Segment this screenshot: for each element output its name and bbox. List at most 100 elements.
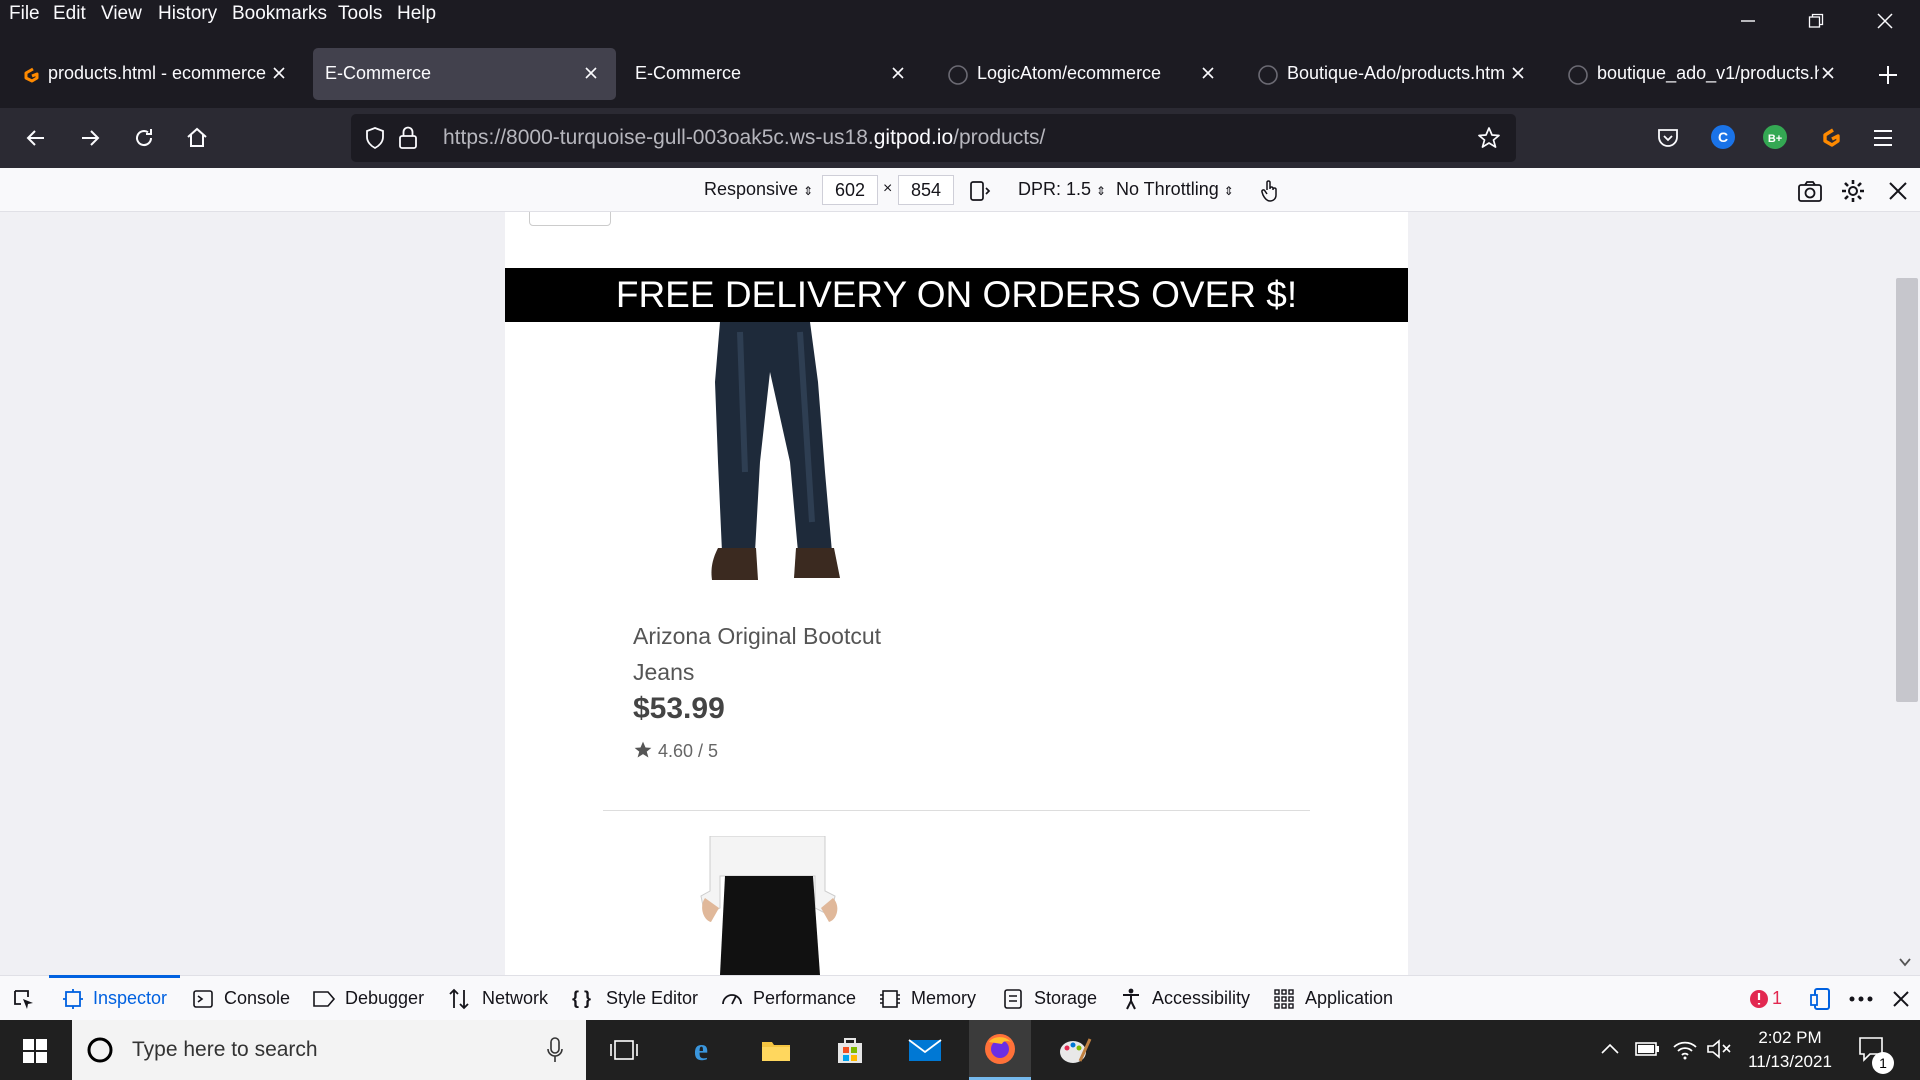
devtools-tab-inspector[interactable]: Inspector bbox=[93, 988, 167, 1009]
clock-time: 2:02 PM bbox=[1758, 1028, 1822, 1047]
error-count[interactable]: 1 bbox=[1772, 988, 1782, 1009]
menu-bookmarks[interactable]: Bookmarks bbox=[232, 3, 327, 25]
menu-edit[interactable]: Edit bbox=[53, 3, 86, 25]
windows-start-icon[interactable] bbox=[23, 1039, 47, 1063]
throttling-selector[interactable]: No Throttling ⇕ bbox=[1116, 179, 1234, 200]
error-icon[interactable] bbox=[1749, 989, 1769, 1009]
microsoft-store-icon[interactable] bbox=[819, 1020, 881, 1080]
hamburger-menu-icon[interactable] bbox=[1872, 128, 1894, 148]
gitpod-extension-icon[interactable] bbox=[1816, 125, 1842, 151]
devtools-tab-storage[interactable]: Storage bbox=[1034, 988, 1097, 1009]
close-tab-icon[interactable] bbox=[1507, 62, 1529, 84]
size-separator: × bbox=[883, 180, 893, 197]
product-price: $53.99 bbox=[633, 692, 725, 725]
responsive-toolbar: Responsive ⇕ 602 × 854 DPR: 1.5 ⇕ No Thr… bbox=[0, 168, 1920, 212]
system-clock[interactable]: 2:02 PM 11/13/2021 bbox=[1735, 1026, 1845, 1074]
forward-icon[interactable] bbox=[78, 126, 102, 150]
minimize-button[interactable] bbox=[1720, 0, 1776, 42]
partial-navbar-element[interactable] bbox=[529, 212, 611, 226]
menu-file[interactable]: File bbox=[9, 3, 40, 25]
menu-view[interactable]: View bbox=[101, 3, 142, 25]
svg-text:C: C bbox=[1718, 129, 1728, 145]
tab-ecommerce-active[interactable]: E-Commerce bbox=[313, 48, 616, 100]
edge-icon[interactable]: e bbox=[670, 1020, 732, 1080]
touch-simulation-icon[interactable] bbox=[1258, 178, 1282, 204]
viewport-width-input[interactable]: 602 bbox=[822, 175, 878, 205]
show-hidden-icons-chevron[interactable] bbox=[1600, 1042, 1620, 1056]
search-placeholder: Type here to search bbox=[132, 1038, 318, 1061]
close-tab-icon[interactable] bbox=[268, 62, 290, 84]
devtools-tab-network[interactable]: Network bbox=[482, 988, 548, 1009]
pocket-icon[interactable] bbox=[1656, 127, 1680, 149]
volume-muted-icon[interactable] bbox=[1706, 1038, 1732, 1060]
tab-logicatom[interactable]: LogicAtom/ecommerce bbox=[933, 48, 1233, 100]
file-explorer-icon[interactable] bbox=[745, 1020, 807, 1080]
close-tab-icon[interactable] bbox=[1197, 62, 1219, 84]
close-window-button[interactable] bbox=[1857, 0, 1913, 42]
dpr-selector[interactable]: DPR: 1.5 ⇕ bbox=[1018, 179, 1106, 200]
tab-ecommerce[interactable]: E-Commerce bbox=[623, 48, 923, 100]
firefox-taskbar-icon[interactable] bbox=[969, 1020, 1031, 1080]
microphone-icon[interactable] bbox=[546, 1037, 564, 1063]
tab-boutique-ado-v1[interactable]: boutique_ado_v1/products.h bbox=[1553, 48, 1853, 100]
shield-icon[interactable] bbox=[363, 126, 387, 150]
tab-products-html[interactable]: products.html - ecommerce bbox=[4, 48, 304, 100]
paint-icon[interactable] bbox=[1044, 1020, 1106, 1080]
product-name[interactable]: Arizona Original Bootcut Jeans bbox=[633, 618, 933, 690]
task-view-icon[interactable] bbox=[593, 1020, 655, 1080]
lock-icon[interactable] bbox=[397, 125, 419, 151]
throttling-label: No Throttling bbox=[1116, 179, 1219, 199]
reload-icon[interactable] bbox=[132, 126, 156, 150]
devtools-tab-console[interactable]: Console bbox=[224, 988, 290, 1009]
battery-icon[interactable] bbox=[1634, 1038, 1660, 1060]
devtools-tab-debugger[interactable]: Debugger bbox=[345, 988, 424, 1009]
element-picker-icon[interactable] bbox=[12, 988, 36, 1012]
close-tab-icon[interactable] bbox=[580, 62, 602, 84]
scroll-down-arrow-icon[interactable] bbox=[1898, 956, 1912, 968]
new-tab-icon[interactable] bbox=[1877, 64, 1899, 86]
scrollbar-thumb[interactable] bbox=[1896, 278, 1918, 702]
devtools-tab-performance[interactable]: Performance bbox=[753, 988, 856, 1009]
tab-title: Boutique-Ado/products.htm bbox=[1287, 63, 1506, 83]
tab-boutique-ado[interactable]: Boutique-Ado/products.htm bbox=[1243, 48, 1543, 100]
console-icon bbox=[193, 990, 213, 1008]
extension-c-icon[interactable]: C bbox=[1710, 124, 1736, 150]
devtools-tab-accessibility[interactable]: Accessibility bbox=[1152, 988, 1250, 1009]
viewport-height-input[interactable]: 854 bbox=[898, 175, 954, 205]
taskbar-search-box[interactable]: Type here to search bbox=[72, 1020, 586, 1080]
wifi-icon[interactable] bbox=[1672, 1038, 1698, 1060]
restore-button[interactable] bbox=[1788, 0, 1844, 42]
devtools-tab-memory[interactable]: Memory bbox=[911, 988, 976, 1009]
device-selector[interactable]: Responsive ⇕ bbox=[704, 179, 813, 200]
product-image-jeans[interactable] bbox=[700, 322, 850, 597]
chevron-updown-icon: ⇕ bbox=[1223, 184, 1234, 198]
close-tab-icon[interactable] bbox=[887, 62, 909, 84]
close-devtools-icon[interactable] bbox=[1891, 989, 1911, 1009]
network-icon bbox=[449, 988, 469, 1010]
bookmark-star-icon[interactable] bbox=[1477, 126, 1501, 150]
more-options-icon[interactable] bbox=[1848, 994, 1874, 1004]
devtools-tab-application[interactable]: Application bbox=[1305, 988, 1393, 1009]
menu-help[interactable]: Help bbox=[397, 3, 436, 25]
rotate-viewport-icon[interactable] bbox=[968, 179, 992, 203]
extension-b-plus-icon[interactable]: B+ bbox=[1762, 124, 1788, 150]
url-text[interactable]: https://8000-turquoise-gull-003oak5c.ws-… bbox=[443, 126, 1045, 150]
device-selector-label: Responsive bbox=[704, 179, 799, 199]
settings-gear-icon[interactable] bbox=[1840, 178, 1866, 204]
product-image-trousers[interactable] bbox=[695, 836, 845, 975]
back-icon[interactable] bbox=[24, 126, 48, 150]
close-rdm-icon[interactable] bbox=[1887, 180, 1909, 202]
mail-icon[interactable] bbox=[894, 1020, 956, 1080]
responsive-mode-icon[interactable] bbox=[1810, 986, 1834, 1012]
github-icon bbox=[1568, 65, 1588, 85]
url-bar[interactable]: https://8000-turquoise-gull-003oak5c.ws-… bbox=[351, 114, 1516, 162]
tab-title: E-Commerce bbox=[325, 63, 432, 83]
home-icon[interactable] bbox=[185, 126, 209, 150]
close-tab-icon[interactable] bbox=[1817, 62, 1839, 84]
accessibility-icon bbox=[1123, 988, 1139, 1010]
menu-history[interactable]: History bbox=[158, 3, 217, 25]
menu-tools[interactable]: Tools bbox=[338, 3, 382, 25]
devtools-tab-style-editor[interactable]: Style Editor bbox=[606, 988, 698, 1009]
tab-title: boutique_ado_v1/products.h bbox=[1597, 63, 1819, 83]
screenshot-camera-icon[interactable] bbox=[1797, 179, 1823, 203]
